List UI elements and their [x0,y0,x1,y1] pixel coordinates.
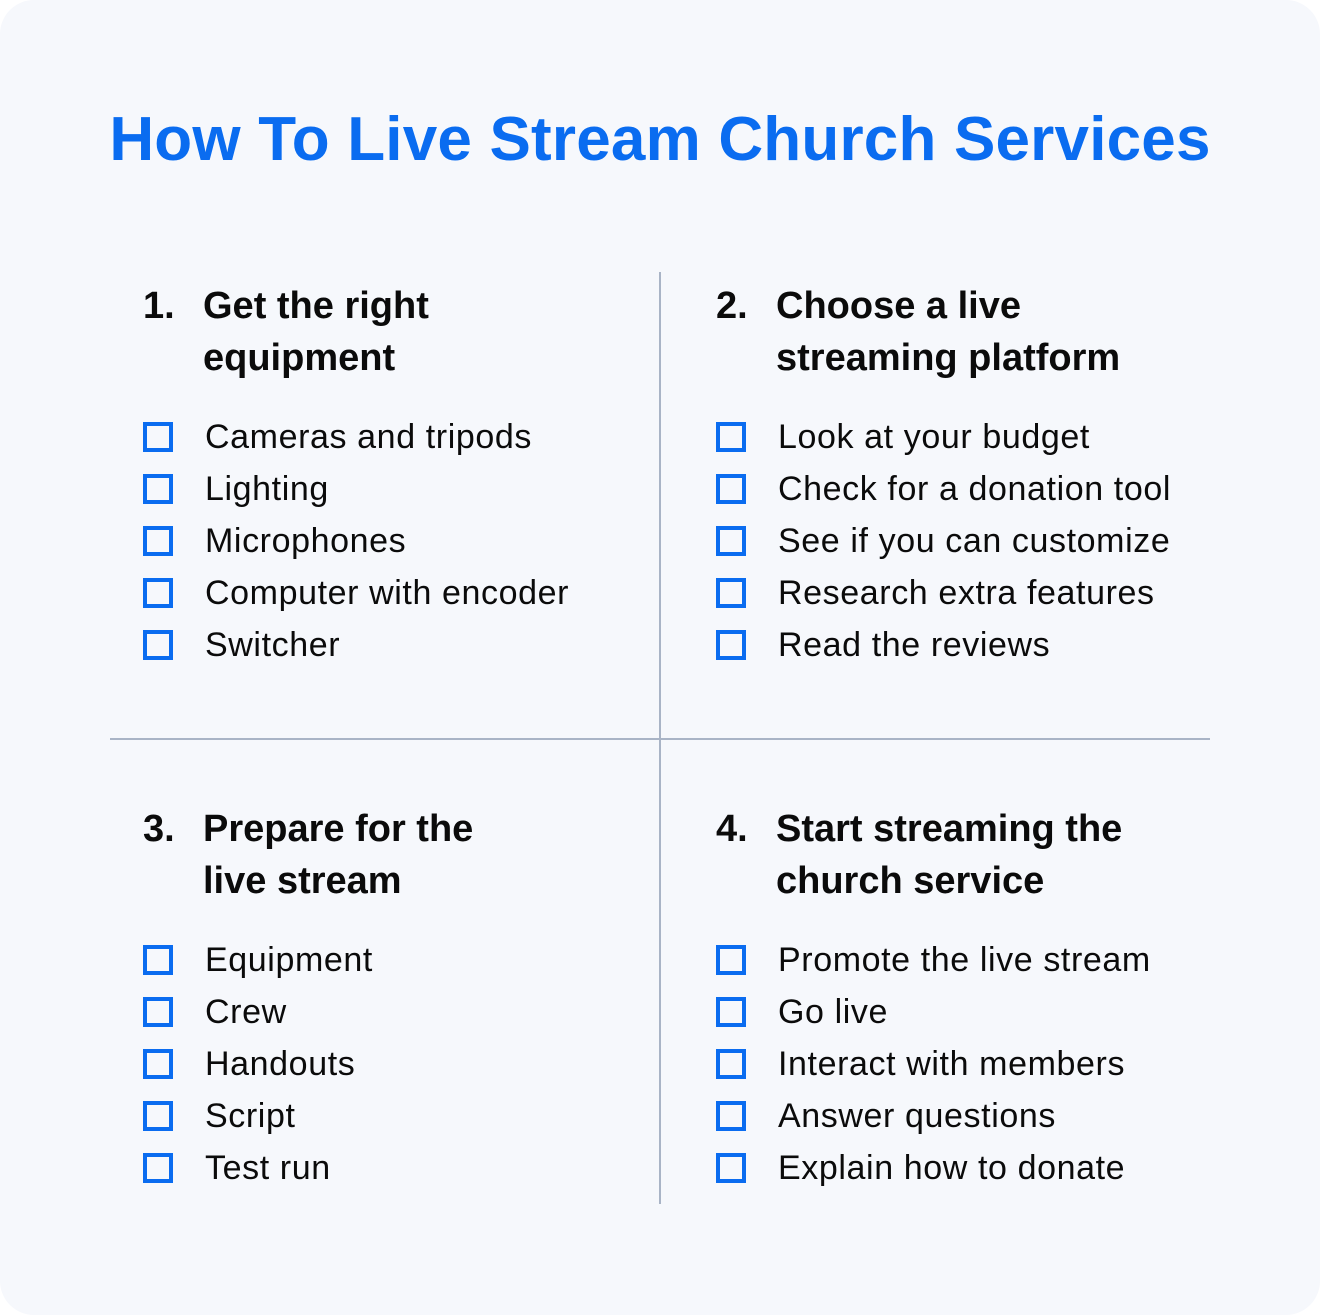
checklist-item[interactable]: Switcher [143,619,569,671]
infographic-card: How To Live Stream Church Services 1. Ge… [0,0,1320,1315]
checklist-item[interactable]: Read the reviews [716,619,1176,671]
step-title: Get the right equipment [203,285,429,379]
step-number: 1. [143,285,175,327]
checkbox-icon[interactable] [716,578,746,608]
item-label: Answer questions [778,1096,1056,1135]
item-label: Go live [778,992,889,1031]
item-label: Read the reviews [778,625,1051,664]
checkbox-icon[interactable] [716,630,746,660]
checkbox-icon[interactable] [143,1101,173,1131]
item-label: Switcher [205,625,341,664]
item-label: Lighting [205,469,329,508]
checkbox-icon[interactable] [143,1153,173,1183]
step-number: 2. [716,285,748,327]
item-label: Microphones [205,521,407,560]
item-label: Script [205,1096,296,1135]
section-platform: 2. Choose a live streaming platform Look… [716,280,1176,671]
checkbox-icon[interactable] [143,526,173,556]
checkbox-icon[interactable] [716,997,746,1027]
checklist-item[interactable]: Handouts [143,1038,503,1090]
step-number: 4. [716,808,748,850]
page-title: How To Live Stream Church Services [109,105,1211,174]
checklist-item[interactable]: Lighting [143,463,569,515]
checklist: Equipment Crew Handouts Script Test run [143,934,503,1194]
checkbox-icon[interactable] [716,1153,746,1183]
checkbox-icon[interactable] [143,630,173,660]
checklist-item[interactable]: Look at your budget [716,411,1176,463]
checkbox-icon[interactable] [143,1049,173,1079]
checklist-item[interactable]: Computer with encoder [143,567,569,619]
item-label: Handouts [205,1044,356,1083]
checkbox-icon[interactable] [143,578,173,608]
checklist: Promote the live stream Go live Interact… [716,934,1156,1194]
item-label: Explain how to donate [778,1148,1126,1187]
checklist-item[interactable]: Test run [143,1142,503,1194]
checklist-item[interactable]: Check for a donation tool [716,463,1176,515]
section-start-streaming: 4. Start streaming the church service Pr… [716,803,1156,1194]
item-label: Test run [205,1148,331,1187]
item-label: Interact with members [778,1044,1126,1083]
checklist-item[interactable]: Answer questions [716,1090,1156,1142]
item-label: Crew [205,992,287,1031]
checkbox-icon[interactable] [143,474,173,504]
checkbox-icon[interactable] [143,997,173,1027]
checklist-item[interactable]: Interact with members [716,1038,1156,1090]
checklist-item[interactable]: Microphones [143,515,569,567]
checkbox-icon[interactable] [716,1049,746,1079]
checkbox-icon[interactable] [716,1101,746,1131]
section-heading: 2. Choose a live streaming platform [716,280,1176,384]
item-label: Promote the live stream [778,940,1151,979]
step-title: Choose a live streaming platform [776,285,1121,379]
checkbox-icon[interactable] [716,474,746,504]
checklist-item[interactable]: See if you can customize [716,515,1176,567]
checklist-item[interactable]: Equipment [143,934,503,986]
horizontal-divider [110,738,1210,740]
checklist-item[interactable]: Script [143,1090,503,1142]
step-title: Start streaming the church service [776,808,1123,902]
section-heading: 1. Get the right equipment [143,280,569,384]
item-label: Look at your budget [778,417,1090,456]
checkbox-icon[interactable] [716,422,746,452]
checklist: Look at your budget Check for a donation… [716,411,1176,671]
section-heading: 4. Start streaming the church service [716,803,1156,907]
checklist: Cameras and tripods Lighting Microphones… [143,411,569,671]
checkbox-icon[interactable] [143,422,173,452]
section-heading: 3. Prepare for the live stream [143,803,503,907]
item-label: Equipment [205,940,373,979]
checklist-item[interactable]: Research extra features [716,567,1176,619]
section-prepare: 3. Prepare for the live stream Equipment… [143,803,503,1194]
item-label: Cameras and tripods [205,417,532,456]
item-label: Check for a donation tool [778,469,1172,508]
step-title: Prepare for the live stream [203,808,474,902]
checklist-item[interactable]: Promote the live stream [716,934,1156,986]
step-number: 3. [143,808,175,850]
checklist-item[interactable]: Crew [143,986,503,1038]
item-label: Computer with encoder [205,573,570,612]
item-label: Research extra features [778,573,1155,612]
checklist-item[interactable]: Cameras and tripods [143,411,569,463]
section-equipment: 1. Get the right equipment Cameras and t… [143,280,569,671]
checklist-item[interactable]: Go live [716,986,1156,1038]
checkbox-icon[interactable] [143,945,173,975]
checklist-item[interactable]: Explain how to donate [716,1142,1156,1194]
checkbox-icon[interactable] [716,526,746,556]
checkbox-icon[interactable] [716,945,746,975]
item-label: See if you can customize [778,521,1171,560]
